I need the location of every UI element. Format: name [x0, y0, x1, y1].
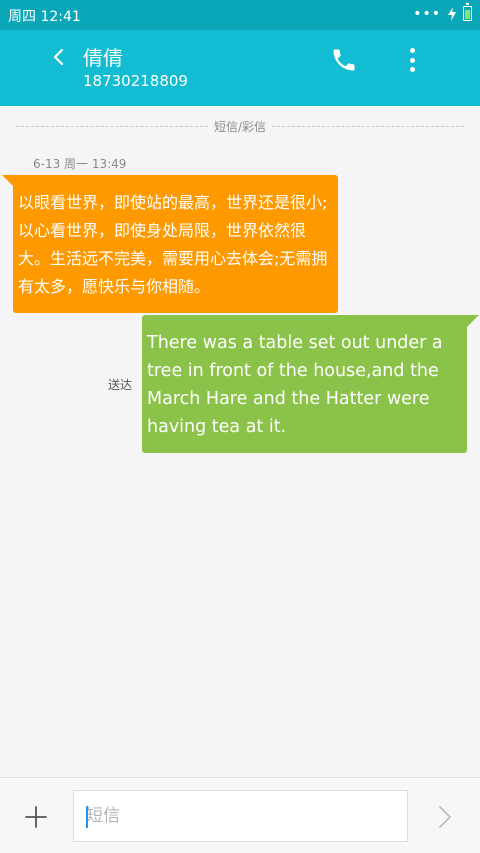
more-vertical-icon: [409, 67, 415, 72]
battery-icon: [463, 3, 472, 21]
incoming-message-bubble[interactable]: 以眼看世界，即使站的最高，世界还是很小;以心看世界，即使身处局限，世界依然很大。…: [2, 175, 338, 313]
notification-dots-icon: •••: [413, 5, 441, 22]
message-input[interactable]: [73, 790, 408, 842]
more-options-button[interactable]: [400, 44, 424, 76]
plus-icon: [25, 806, 47, 828]
add-attachment-button[interactable]: [22, 803, 50, 831]
chevron-right-icon: [439, 806, 451, 828]
contact-number: 18730218809: [83, 72, 188, 90]
message-type-divider: 短信/彩信: [16, 118, 465, 134]
outgoing-message-bubble[interactable]: There was a table set out under a tree i…: [142, 315, 479, 453]
charging-bolt-icon: [448, 6, 456, 21]
more-vertical-icon: [409, 57, 415, 63]
contact-name: 倩倩: [83, 46, 123, 70]
composer-bar: [0, 777, 480, 853]
status-bar: 周四 12:41 •••: [0, 0, 480, 30]
divider-line: [272, 125, 465, 127]
message-timestamp: 6-13 周一 13:49: [33, 157, 127, 171]
more-vertical-icon: [409, 48, 415, 53]
status-icons: •••: [413, 3, 472, 22]
phone-icon: [333, 49, 355, 71]
divider-line: [16, 125, 208, 127]
delivery-status: 送达: [108, 378, 133, 392]
text-cursor: [86, 806, 88, 828]
app-bar: 倩倩 18730218809: [0, 30, 480, 106]
status-time: 周四 12:41: [8, 9, 81, 25]
back-button[interactable]: [44, 42, 74, 72]
battery-fill: [465, 9, 470, 19]
message-type-label: 短信/彩信: [213, 119, 267, 134]
call-button[interactable]: [330, 46, 358, 74]
chevron-left-icon: [53, 48, 64, 66]
send-button[interactable]: [430, 803, 458, 831]
